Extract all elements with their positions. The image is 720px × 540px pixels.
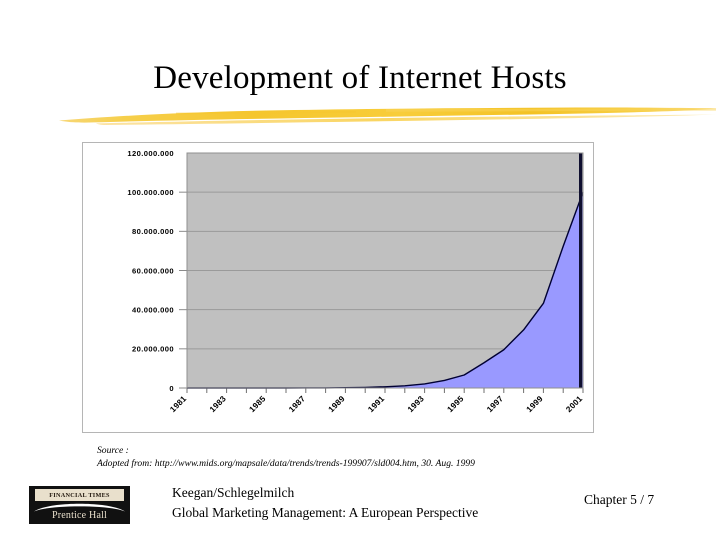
footer-authors: Keegan/Schlegelmilch <box>172 485 295 500</box>
x-axis-tick-label: 1985 <box>248 394 268 414</box>
y-axis-tick-label: 0 <box>169 384 174 393</box>
prentice-hall-label: Prentice Hall <box>51 510 108 521</box>
series-end-marker <box>579 153 583 388</box>
chart-svg: 120.000.000 100.000.000 80.000.000 60.000.0… <box>127 149 584 414</box>
y-axis-tick-label: 120.000.000 <box>127 149 174 158</box>
brush-stroke-icon <box>59 107 717 126</box>
x-axis-labels: 1981 1983 1985 1987 1989 1991 1993 1995 1997 1999… <box>168 394 584 414</box>
x-axis-tick-label: 1997 <box>485 394 505 414</box>
footer-credit: Keegan/Schlegelmilch Global Marketing Ma… <box>172 483 478 523</box>
x-axis-tick-label: 1987 <box>287 394 307 414</box>
x-axis-tick-label: 2001 <box>564 394 584 414</box>
x-axis-tick-label: 1981 <box>168 394 188 414</box>
footer-book-title: Global Marketing Management: A European … <box>172 505 479 520</box>
x-axis-tick-label: 1999 <box>525 394 545 414</box>
x-axis-tick-label: 1995 <box>446 394 466 414</box>
footer-chapter: Chapter 5 / 7 <box>584 492 655 507</box>
x-axis-tick-label: 1989 <box>327 394 347 414</box>
x-axis-tick-label: 1993 <box>406 394 426 414</box>
x-axis-tick-label: 1983 <box>208 394 228 414</box>
source-note: Source : Adopted from: http://www.mids.o… <box>97 444 657 470</box>
x-axis-ticks <box>186 388 584 393</box>
y-axis-labels: 120.000.000 100.000.000 80.000.000 60.000.0… <box>127 149 174 393</box>
y-axis-tick-label: 20.000.000 <box>132 345 174 354</box>
x-axis-tick-label: 1991 <box>366 394 386 414</box>
y-axis-tick-label: 60.000.000 <box>132 266 174 275</box>
area-chart: 120.000.000 100.000.000 80.000.000 60.000.0… <box>83 143 593 432</box>
y-axis-tick-label: 40.000.000 <box>132 305 174 314</box>
chart-container: 120.000.000 100.000.000 80.000.000 60.000.0… <box>82 142 594 433</box>
source-label: Source : <box>97 445 129 456</box>
brush-stroke-divider <box>56 100 720 132</box>
y-axis-ticks <box>179 191 187 389</box>
y-axis-tick-label: 100.000.000 <box>127 188 174 197</box>
slide: Development of Internet Hosts 120.000.00… <box>0 0 720 540</box>
publisher-logo: FINANCIAL TIMES Prentice Hall <box>29 486 130 524</box>
page-title: Development of Internet Hosts <box>153 60 567 96</box>
y-axis-tick-label: 80.000.000 <box>132 227 174 236</box>
source-text: Adopted from: http://www.mids.org/mapsal… <box>97 458 475 469</box>
financial-times-label: FINANCIAL TIMES <box>49 491 110 499</box>
